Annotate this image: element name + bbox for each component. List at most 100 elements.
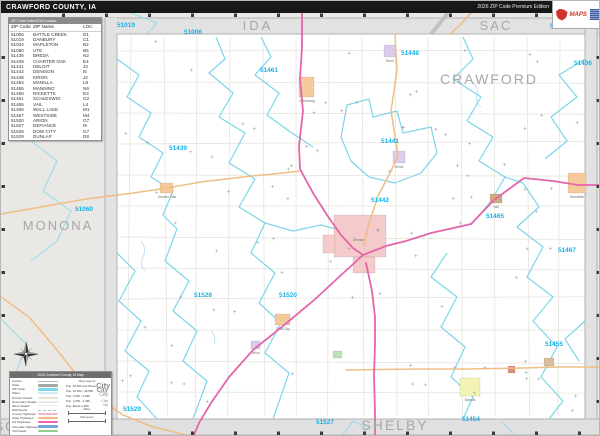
grid-tick — [406, 431, 409, 435]
zip-name-cell: DUNLAP — [33, 134, 52, 140]
logo-text: MAPS — [569, 11, 587, 18]
zip-code-label: 51529 — [123, 406, 141, 413]
legend-swatch — [38, 425, 58, 429]
city-label: Westside — [570, 195, 584, 199]
map-logo-icon — [556, 8, 568, 21]
title-bar: CRAWFORD COUNTY, IA 2026 ZIP Code Premiu… — [1, 1, 599, 13]
city-label: Deloit — [395, 165, 404, 169]
zip-code-label: 51019 — [117, 22, 135, 29]
legend-swatch — [38, 396, 58, 399]
pop-label: Pop: 1,000 - 2,499 — [66, 398, 90, 403]
zip-code-label: 51441 — [381, 138, 399, 145]
legend-swatch — [38, 413, 58, 416]
grid-tick — [596, 314, 599, 317]
city-area — [383, 44, 396, 58]
city-area — [322, 234, 336, 254]
zip-code-label: 51528 — [194, 292, 212, 299]
grid-tick — [596, 56, 599, 59]
city-label: Vail — [493, 205, 499, 209]
scale-bar-line — [68, 411, 106, 416]
city-label: Charter Oak — [158, 195, 177, 199]
grid-tick — [596, 142, 599, 145]
county-label: SHELBY — [361, 417, 428, 433]
county-label: CRAWFORD — [440, 71, 538, 87]
zip-code-label: 51436 — [574, 60, 592, 67]
grid-tick — [1, 185, 5, 188]
grid-tick — [1, 56, 5, 59]
legend-swatch — [38, 400, 58, 403]
city-area — [274, 313, 291, 326]
col-loc: LOC — [83, 24, 93, 29]
grid-tick — [234, 13, 237, 17]
legend-swatch — [38, 383, 58, 387]
city-area — [459, 377, 481, 397]
grid-tick — [1, 99, 5, 102]
scale-bar-label: Miles — [83, 407, 91, 412]
grid-tick — [596, 271, 599, 274]
grid-tick — [1, 142, 5, 145]
legend-line-items: County State ZIP Code Water Primary Roads Sec… — [10, 378, 64, 433]
scale-bar-label: Kilometers — [80, 415, 94, 420]
pop-city-sample: City — [102, 403, 109, 408]
col-zip-name: ZIP Name — [33, 24, 55, 29]
zip-code-cell: 51529 — [11, 134, 24, 140]
grid-tick — [596, 400, 599, 403]
legend-swatch — [38, 380, 58, 382]
legend-swatch — [38, 409, 58, 411]
grid-tick — [406, 13, 409, 17]
grid-tick — [492, 13, 495, 17]
grid-tick — [105, 13, 108, 17]
zip-code-label: 51461 — [260, 67, 278, 74]
city-area — [507, 365, 516, 374]
legend-swatch — [38, 387, 58, 391]
logo-fineprint — [589, 9, 599, 20]
city-label: Denison — [353, 238, 366, 242]
grid-tick — [596, 99, 599, 102]
grid-tick — [363, 13, 366, 17]
grid-tick — [363, 431, 366, 435]
grid-tick — [1, 271, 5, 274]
zip-index-table: ZIP Code Index/Grid Locator ZIP Code ZIP… — [8, 17, 102, 141]
grid-tick — [1, 228, 5, 231]
grid-tick — [449, 13, 452, 17]
grid-tick — [191, 431, 194, 435]
zip-code-label: 51439 — [169, 145, 187, 152]
pop-label: Pop: 50,000 and Above — [66, 383, 97, 388]
county-label: SAC — [480, 18, 513, 33]
city-area — [543, 357, 555, 367]
grid-tick — [320, 13, 323, 17]
county-label: IDA — [243, 18, 274, 33]
page-title: CRAWFORD COUNTY, IA — [6, 3, 97, 11]
city-area — [352, 256, 376, 274]
grid-tick — [148, 431, 151, 435]
legend-swatch — [38, 429, 58, 432]
grid-tick — [535, 13, 538, 17]
zip-code-label: 51060 — [75, 206, 93, 213]
map-legend: 2026 Crawford County, IA Map County State… — [9, 371, 112, 435]
legend-item: Toll Roads — [12, 429, 64, 433]
pop-city-sample: City — [101, 397, 108, 403]
zip-index-body: 51006 BATTLE CREEK D1 51019 DANBURY C1 51034 MA… — [9, 32, 101, 140]
zip-code-label: 51465 — [486, 213, 504, 220]
grid-tick — [596, 228, 599, 231]
grid-tick — [234, 431, 237, 435]
zip-code-label: 51520 — [279, 292, 297, 299]
pop-label: Pop: 10,000 - 49,999 — [66, 388, 94, 393]
zip-code-label: 51006 — [184, 29, 202, 36]
legend-swatch — [38, 421, 58, 424]
grid-tick — [578, 431, 581, 435]
zip-code-label: 51442 — [371, 197, 389, 204]
grid-tick — [1, 314, 5, 317]
map-sheet: Denison Schleswig Charter Oak Kiron Deloit We… — [0, 0, 600, 436]
loc-cell: D8 — [83, 134, 89, 140]
city-area — [332, 350, 343, 359]
grid-tick — [191, 13, 194, 17]
scale-bar-line — [68, 419, 106, 424]
zip-code-label: 51454 — [462, 416, 480, 423]
legend-item-label: Toll Roads — [12, 428, 27, 433]
grid-tick — [492, 431, 495, 435]
zip-index-row: 51529 DUNLAP D8 — [9, 134, 101, 139]
scale-bar: Kilometers — [68, 416, 106, 424]
county-label: MONONA — [23, 218, 94, 233]
zip-index-columns: ZIP Code ZIP Name LOC — [9, 24, 101, 32]
